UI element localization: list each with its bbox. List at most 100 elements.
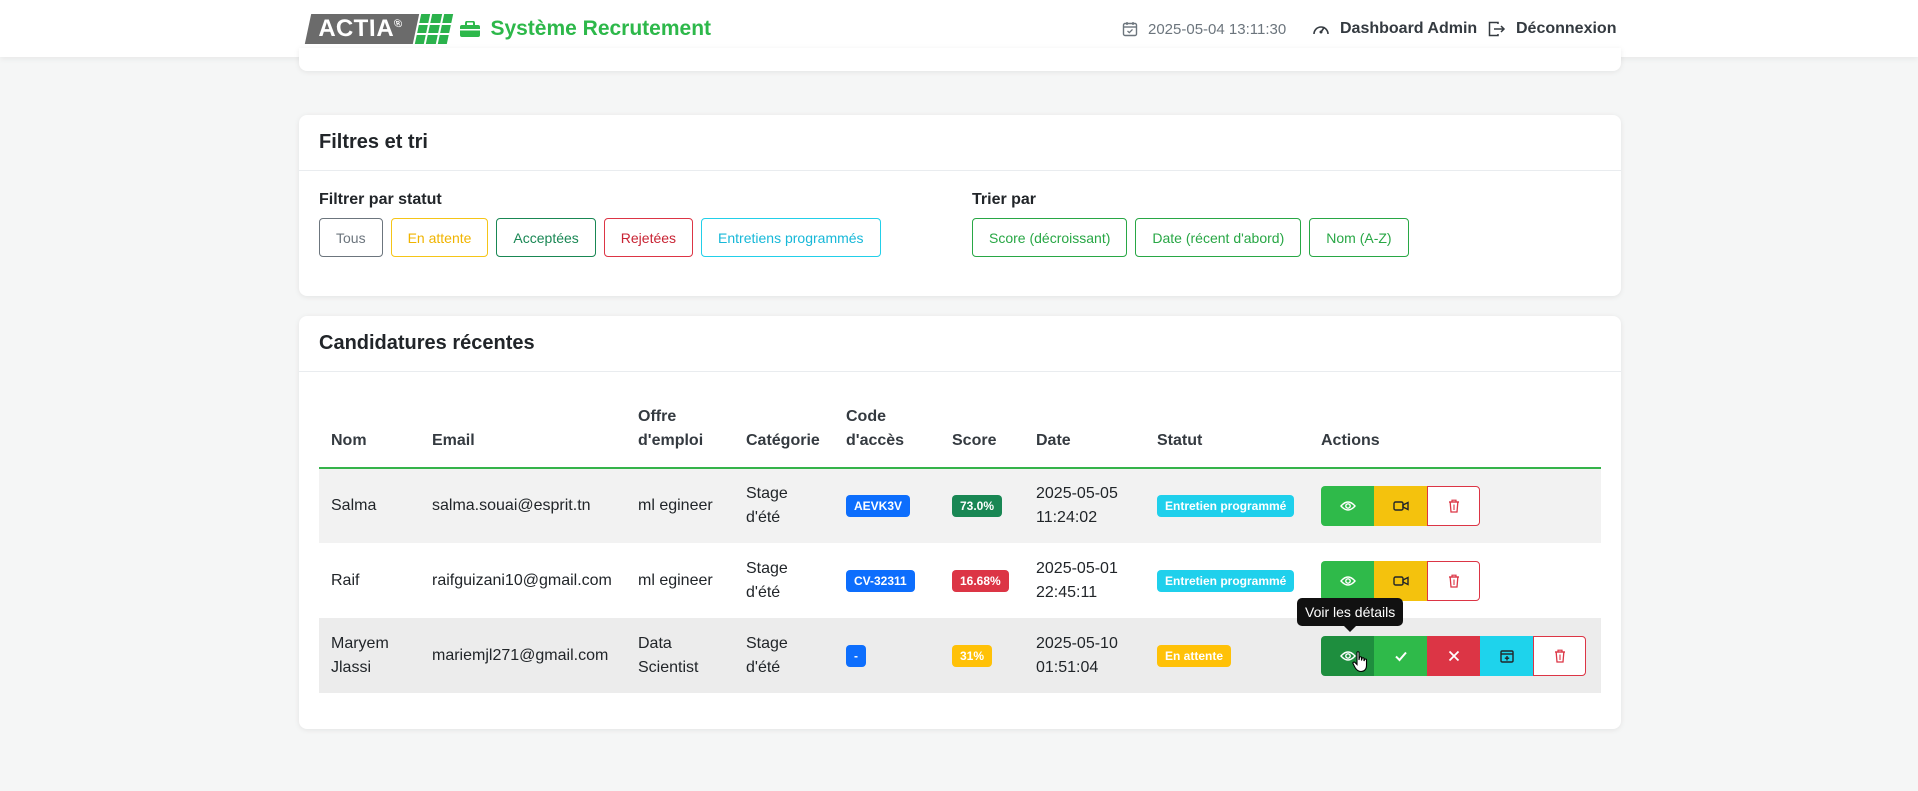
filter-all-button[interactable]: Tous	[319, 218, 383, 257]
filter-accepted-button[interactable]: Acceptées	[496, 218, 596, 257]
briefcase-icon	[460, 20, 481, 37]
col-header-statut[interactable]: Statut	[1145, 394, 1309, 469]
col-header-nom[interactable]: Nom	[319, 394, 420, 469]
eye-icon	[1339, 501, 1356, 511]
calendar-plus-icon	[1499, 649, 1514, 663]
row-actions	[1321, 560, 1589, 601]
access-code-badge: AEVK3V	[846, 495, 911, 517]
logout-link[interactable]: Déconnexion	[1488, 18, 1616, 40]
video-camera-icon	[1392, 501, 1409, 511]
view-details-button[interactable]	[1321, 486, 1374, 526]
filter-rejected-button[interactable]: Rejetées	[603, 218, 694, 257]
video-interview-button[interactable]	[1374, 486, 1427, 526]
col-header-offre[interactable]: Offre d'emploi	[626, 394, 734, 469]
trash-icon	[1554, 649, 1565, 663]
brand-link[interactable]: ACTIA® Système Recrutement	[304, 13, 712, 44]
filters-title: Filtres et tri	[299, 115, 1621, 171]
logout-label: Déconnexion	[1516, 20, 1617, 37]
video-interview-button[interactable]	[1374, 560, 1427, 601]
cell-actions	[1309, 468, 1601, 543]
schedule-interview-button[interactable]	[1480, 635, 1533, 676]
status-badge: En attente	[1157, 644, 1232, 667]
sort-score-button[interactable]: Score (décroissant)	[972, 218, 1128, 257]
filter-pending-button[interactable]: En attente	[390, 218, 489, 257]
score-badge: 16.68%	[952, 569, 1009, 592]
view-details-tooltip: Voir les détails	[1297, 598, 1404, 632]
applications-table: Nom Email Offre d'emploi Catégorie Code d'…	[319, 394, 1601, 693]
cell-offre: Data Scientist	[626, 618, 734, 693]
col-header-email[interactable]: Email	[420, 394, 626, 469]
table-header-row: Nom Email Offre d'emploi Catégorie Code d'…	[319, 394, 1601, 469]
calendar-icon	[1122, 22, 1138, 37]
reject-button[interactable]	[1427, 635, 1480, 676]
eye-icon	[1339, 575, 1356, 586]
hand-cursor-icon	[1352, 651, 1368, 673]
cell-code: AEVK3V	[834, 468, 940, 543]
cell-statut: Entretien programmé	[1145, 543, 1309, 618]
trash-icon	[1448, 574, 1459, 588]
cell-score: 16.68%	[940, 543, 1024, 618]
col-header-date[interactable]: Date	[1024, 394, 1145, 469]
cell-score: 73.0%	[940, 468, 1024, 543]
applications-card: Candidatures récentes Nom Email Offre d'e…	[299, 316, 1621, 729]
check-icon	[1394, 651, 1407, 661]
view-details-button[interactable]	[1321, 560, 1374, 601]
stats-card-bottom-edge	[299, 48, 1621, 71]
col-header-actions: Actions	[1309, 394, 1601, 469]
cell-email: salma.souai@esprit.tn	[420, 468, 626, 543]
video-camera-icon	[1392, 575, 1409, 586]
filters-card: Filtres et tri Filtrer par statut Tous E…	[299, 115, 1621, 296]
sort-group: Trier par Score (décroissant) Date (réce…	[972, 191, 1409, 257]
cell-date: 2025-05-05 11:24:02	[1024, 468, 1145, 543]
delete-button[interactable]	[1533, 635, 1586, 676]
sort-date-button[interactable]: Date (récent d'abord)	[1135, 218, 1302, 257]
cell-nom: Maryem Jlassi	[319, 618, 420, 693]
score-badge: 73.0%	[952, 495, 1003, 517]
col-header-categorie[interactable]: Catégorie	[734, 394, 834, 469]
cell-categorie: Stage d'été	[734, 468, 834, 543]
sort-name-button[interactable]: Nom (A-Z)	[1309, 218, 1409, 257]
applications-title: Candidatures récentes	[299, 316, 1621, 372]
status-badge: Entretien programmé	[1157, 495, 1295, 517]
status-filter-label: Filtrer par statut	[319, 191, 442, 208]
status-filter-group: Filtrer par statut Tous En attente Accep…	[319, 191, 881, 257]
cell-date: 2025-05-01 22:45:11	[1036, 559, 1118, 601]
actia-logo: ACTIA®	[304, 13, 454, 44]
cell-categorie: Stage d'été	[746, 559, 788, 601]
cell-code: CV-32311	[834, 543, 940, 618]
table-row: Maryem Jlassi mariemjl271@gmail.com Data S…	[319, 618, 1601, 693]
logout-icon	[1488, 21, 1506, 37]
cell-email: raifguizani10@gmail.com	[432, 571, 612, 589]
trash-icon	[1448, 499, 1459, 513]
dashboard-admin-link[interactable]: Dashboard Admin	[1312, 18, 1477, 40]
cell-statut: En attente	[1145, 618, 1309, 693]
cell-statut: Entretien programmé	[1145, 468, 1309, 543]
datetime-text: 2025-05-04 13:11:30	[1148, 20, 1287, 38]
current-datetime: 2025-05-04 13:11:30	[1122, 18, 1286, 40]
close-icon	[1448, 650, 1459, 661]
cell-nom: Raif	[331, 571, 360, 589]
dashboard-label: Dashboard Admin	[1340, 20, 1478, 37]
cell-email: mariemjl271@gmail.com	[420, 618, 626, 693]
cell-offre: ml egineer	[638, 571, 713, 589]
cell-date: 2025-05-10 01:51:04	[1024, 618, 1145, 693]
cell-nom: Salma	[319, 468, 420, 543]
cell-code: -	[834, 618, 940, 693]
score-badge: 31%	[952, 644, 993, 667]
filter-interviews-button[interactable]: Entretiens programmés	[701, 218, 881, 257]
accept-button[interactable]	[1374, 635, 1427, 676]
delete-button[interactable]	[1427, 486, 1480, 526]
brand-title: Système Recrutement	[490, 16, 712, 40]
row-actions	[1321, 486, 1589, 526]
status-badge: Entretien programmé	[1157, 569, 1295, 592]
col-header-score[interactable]: Score	[940, 394, 1024, 469]
sort-label: Trier par	[972, 191, 1037, 208]
cell-offre: ml egineer	[626, 468, 734, 543]
cell-categorie: Stage d'été	[734, 618, 834, 693]
delete-button[interactable]	[1427, 560, 1480, 601]
access-code-badge: CV-32311	[846, 569, 915, 592]
table-row: Salma salma.souai@esprit.tn ml egineer S…	[319, 468, 1601, 543]
cell-score: 31%	[940, 618, 1024, 693]
table-row: Raif raifguizani10@gmail.com ml egineer …	[319, 543, 1601, 618]
col-header-code[interactable]: Code d'accès	[834, 394, 940, 469]
